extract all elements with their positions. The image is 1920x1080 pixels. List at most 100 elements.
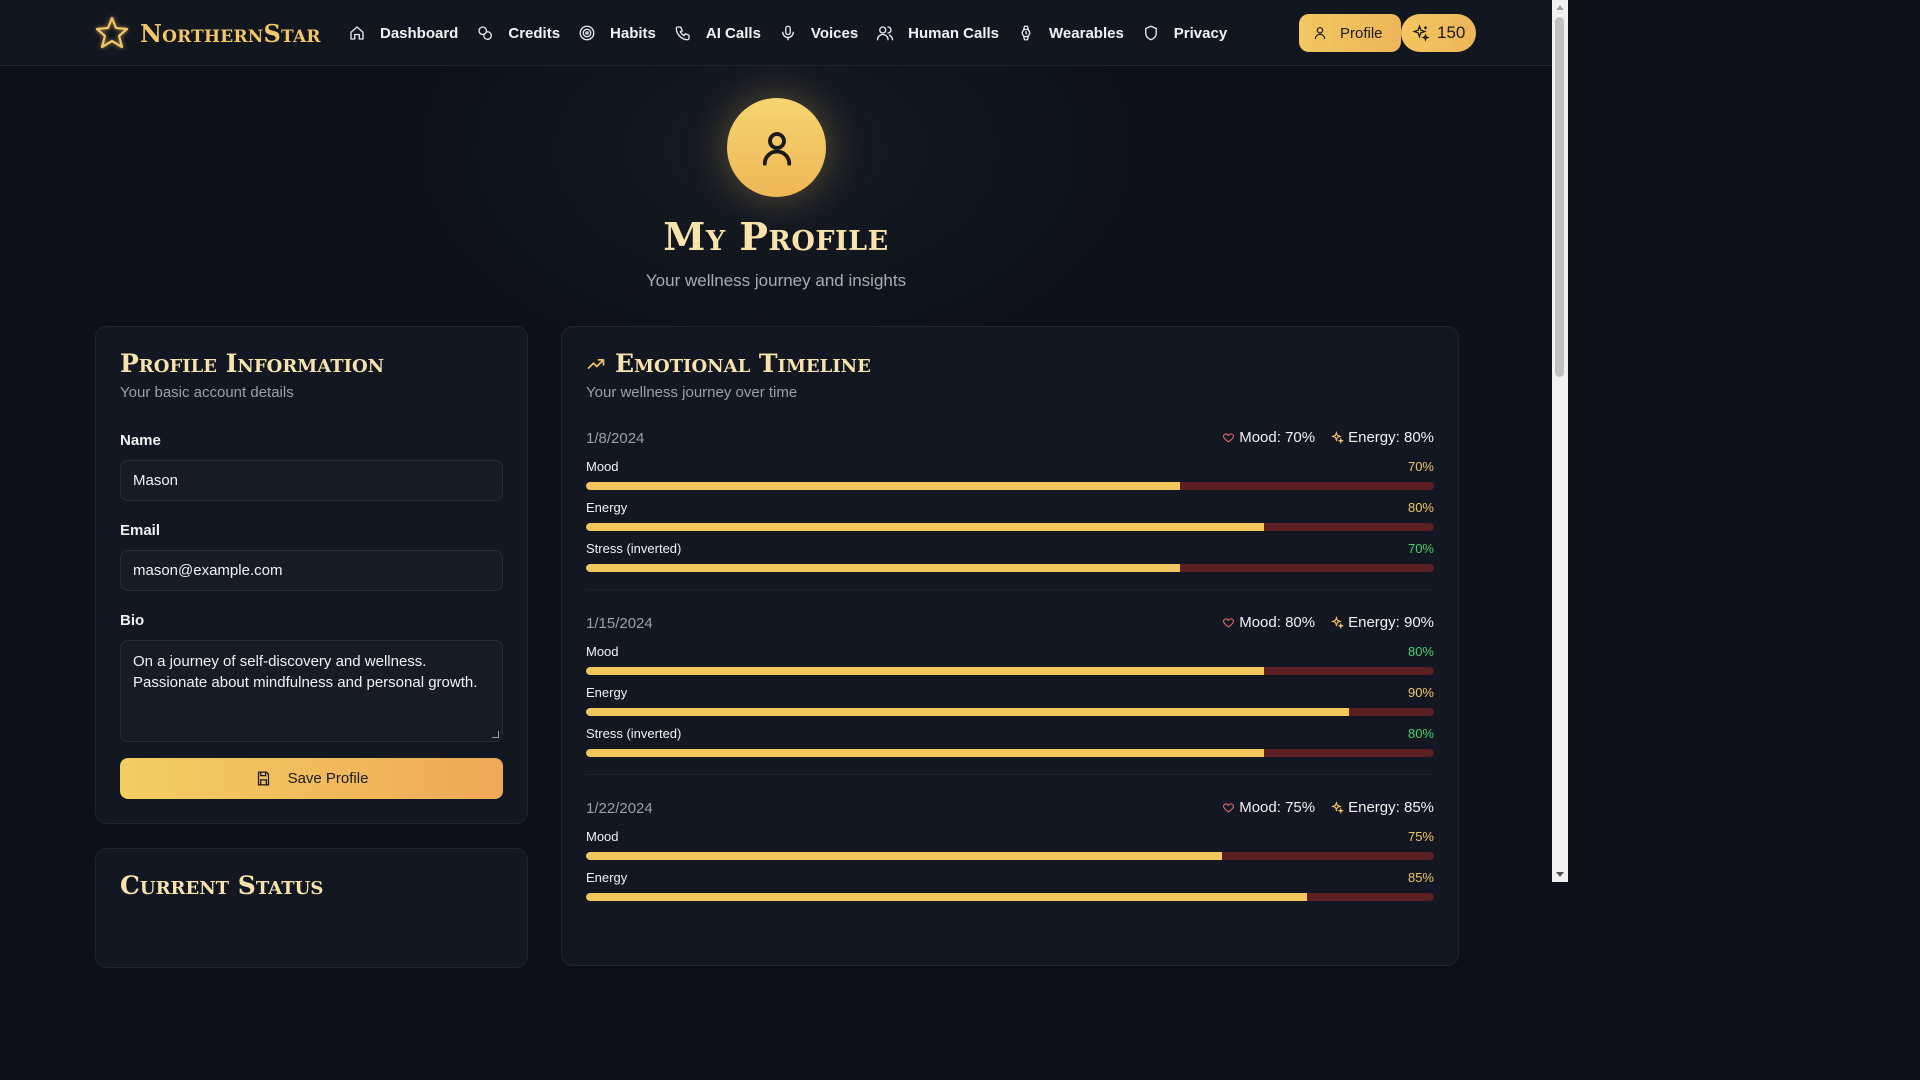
timeline-entry: 1/22/2024 Mood: 75% Energy: 85% Mood 75% Ener… (586, 798, 1434, 904)
card-subtitle: Your wellness journey over time (586, 384, 798, 401)
save-icon (257, 771, 269, 786)
bio-label: Bio (120, 612, 145, 629)
nav-item-privacy[interactable]: Privacy (1140, 14, 1241, 52)
metric-percent: 90% (1407, 685, 1434, 700)
nav-item-label: Habits (610, 24, 656, 42)
timeline-entry: 1/8/2024 Mood: 70% Energy: 80% Mood 70% Energ… (586, 428, 1434, 590)
progress-bar-fill (586, 482, 1180, 490)
scroll-down-icon[interactable] (1556, 872, 1564, 877)
entry-date: 1/22/2024 (586, 800, 653, 817)
page-subtitle: Your wellness journey and insights (645, 271, 907, 290)
progress-bar (586, 749, 1434, 757)
user-icon (762, 131, 791, 166)
metric-label: Stress (inverted) (586, 726, 682, 741)
name-input[interactable]: Mason (120, 460, 503, 501)
nav-item-credits[interactable]: Credits (474, 14, 574, 52)
progress-bar (586, 523, 1434, 531)
progress-bar (586, 564, 1434, 572)
metric-label: Mood (586, 644, 619, 659)
nav-item-label: Human Calls (908, 24, 1000, 42)
energy-summary: Energy: 80% (1331, 429, 1434, 446)
scroll-up-icon[interactable] (1556, 5, 1564, 10)
metric-row-stress-inverted: Stress (inverted) 80% (586, 719, 1434, 760)
metric-label: Mood (586, 829, 619, 844)
sparkles-icon (1331, 616, 1345, 629)
page-scrollbar[interactable] (1552, 0, 1568, 882)
nav-item-wearables[interactable]: Wearables (1015, 14, 1138, 52)
progress-bar (586, 852, 1434, 860)
metric-percent: 85% (1407, 870, 1434, 885)
entry-summary: Mood: 70% Energy: 80% (1222, 429, 1434, 446)
timeline-entry: 1/15/2024 Mood: 80% Energy: 90% Mood 80% Ener… (586, 613, 1434, 775)
heart-icon (1223, 803, 1235, 813)
star-logo-icon (95, 16, 129, 49)
metric-label: Energy (586, 870, 628, 885)
timeline-entry-header: 1/22/2024 Mood: 75% Energy: 85% (586, 798, 1434, 822)
card-title: Emotional Timeline (615, 349, 871, 378)
credits-badge[interactable]: 150 (1401, 14, 1476, 52)
scrollbar-thumb[interactable] (1555, 17, 1564, 377)
energy-summary-text: Energy: 80% (1348, 429, 1434, 446)
save-profile-label: Save Profile (287, 770, 369, 787)
energy-summary: Energy: 85% (1331, 799, 1434, 816)
nav-item-habits[interactable]: Habits (576, 14, 670, 52)
energy-summary-text: Energy: 90% (1348, 614, 1434, 631)
card-subtitle: Your basic account details (120, 384, 294, 401)
timeline-entry-header: 1/8/2024 Mood: 70% Energy: 80% (586, 428, 1434, 452)
metric-label: Mood (586, 459, 619, 474)
entry-summary: Mood: 75% Energy: 85% (1222, 799, 1434, 816)
coins-icon (478, 26, 493, 40)
email-label: Email (120, 522, 161, 539)
sparkles-icon (1331, 431, 1345, 444)
nav-item-ai-calls[interactable]: AI Calls (672, 14, 775, 52)
nav-item-dashboard[interactable]: Dashboard (346, 14, 472, 52)
users-icon (876, 26, 894, 41)
metric-row-energy: Energy 80% (586, 493, 1434, 534)
nav-item-profile[interactable]: Profile (1299, 14, 1401, 52)
sparkles-icon (1331, 801, 1345, 814)
bio-textarea[interactable]: On a journey of self-discovery and welln… (120, 640, 503, 742)
energy-summary: Energy: 90% (1331, 614, 1434, 631)
metric-row-energy: Energy 85% (586, 863, 1434, 904)
email-input[interactable]: mason@example.com (120, 550, 503, 591)
page-title: My Profile (663, 214, 889, 259)
mood-summary: Mood: 80% (1222, 614, 1315, 631)
metric-label: Energy (586, 685, 628, 700)
metric-percent: 80% (1407, 500, 1434, 515)
phone-icon (675, 26, 690, 41)
credits-count: 150 (1437, 23, 1466, 42)
mood-summary-text: Mood: 70% (1239, 429, 1316, 446)
progress-bar-fill (586, 564, 1180, 572)
metric-percent: 70% (1407, 541, 1434, 556)
mic-icon (781, 25, 794, 41)
brand-name: NorthernStar (140, 18, 321, 48)
resize-handle-icon[interactable] (492, 731, 499, 738)
progress-bar-fill (586, 852, 1222, 860)
mood-summary-text: Mood: 80% (1239, 614, 1316, 631)
entry-summary: Mood: 80% Energy: 90% (1222, 614, 1434, 631)
avatar[interactable] (727, 98, 826, 197)
metric-percent: 75% (1407, 829, 1434, 844)
metric-label: Stress (inverted) (586, 541, 682, 556)
metric-row-mood: Mood 80% (586, 637, 1434, 678)
nav-item-label: Dashboard (380, 24, 459, 42)
top-navbar: NorthernStar Dashboard Credits Habits AI… (0, 0, 1552, 66)
mood-summary-text: Mood: 75% (1239, 799, 1316, 816)
progress-bar-fill (586, 708, 1350, 716)
nav-item-voices[interactable]: Voices (777, 14, 872, 52)
name-label: Name (120, 432, 161, 449)
target-icon (579, 25, 595, 41)
mood-summary: Mood: 70% (1222, 429, 1315, 446)
entry-divider (586, 774, 1434, 775)
heart-icon (1223, 618, 1235, 628)
nav-item-human-calls[interactable]: Human Calls (874, 14, 1013, 52)
current-status-card: Current Status (95, 848, 528, 968)
progress-bar (586, 667, 1434, 675)
nav-menu: Dashboard Credits Habits AI Calls Voices… (346, 14, 1243, 52)
card-title: Current Status (120, 871, 324, 900)
heart-icon (1223, 433, 1235, 443)
trending-up-icon (587, 358, 605, 369)
brand-logo[interactable]: NorthernStar (94, 14, 321, 52)
energy-summary-text: Energy: 85% (1348, 799, 1434, 816)
save-profile-button[interactable]: Save Profile (120, 758, 503, 799)
